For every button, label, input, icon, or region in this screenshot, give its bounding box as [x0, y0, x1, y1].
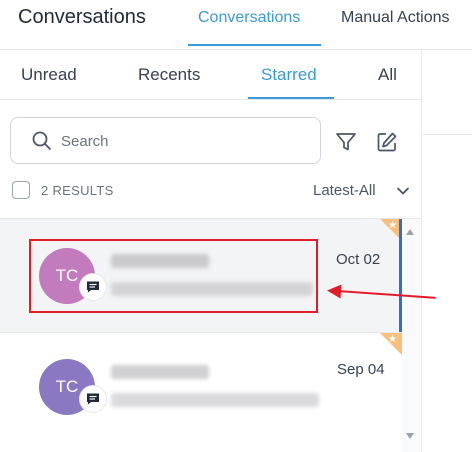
- conversation-date: Oct 02: [336, 251, 381, 268]
- active-subtab-indicator: [248, 97, 334, 99]
- results-count: 2 RESULTS: [41, 183, 114, 198]
- compose-icon: [377, 132, 397, 152]
- scroll-up-arrow-icon[interactable]: [406, 229, 414, 235]
- select-all-checkbox[interactable]: [12, 181, 30, 199]
- tab-conversations[interactable]: Conversations: [198, 9, 300, 27]
- star-icon: ★: [388, 220, 397, 231]
- message-preview-redacted: [111, 393, 319, 407]
- chat-channel-badge: [80, 386, 106, 412]
- top-bar: Conversations Conversations Manual Actio…: [0, 0, 472, 50]
- subtab-unread[interactable]: Unread: [21, 65, 77, 85]
- star-icon: ★: [388, 334, 397, 345]
- avatar-initials: TC: [55, 377, 79, 396]
- search-input[interactable]: [61, 130, 301, 152]
- filter-button[interactable]: [333, 129, 359, 155]
- search-box[interactable]: [10, 117, 321, 164]
- scroll-down-arrow-icon[interactable]: [406, 433, 414, 439]
- annotation-highlight-box: [29, 239, 318, 313]
- filter-icon: [336, 133, 356, 151]
- chat-icon: [87, 393, 99, 405]
- compose-button[interactable]: [374, 129, 400, 155]
- app-title: Conversations: [18, 6, 146, 28]
- sort-dropdown[interactable]: Latest-All: [313, 182, 376, 199]
- scroll-thumb[interactable]: [399, 219, 402, 332]
- subtab-starred[interactable]: Starred: [261, 65, 317, 85]
- conversation-item[interactable]: TC Sep 04 ★: [0, 333, 402, 452]
- tab-manual-actions[interactable]: Manual Actions: [341, 9, 450, 27]
- active-tab-indicator: [188, 44, 321, 46]
- subtab-all[interactable]: All: [378, 65, 397, 85]
- contact-name-redacted: [111, 365, 209, 379]
- right-pane: [423, 50, 472, 135]
- annotation-arrow-head: [326, 283, 342, 299]
- search-icon: [32, 131, 51, 150]
- scrollbar[interactable]: [402, 219, 421, 452]
- chevron-down-icon[interactable]: [396, 184, 410, 198]
- conversation-filter-tabs: Unread Recents Starred All: [0, 50, 422, 100]
- conversation-date: Sep 04: [337, 361, 385, 378]
- subtab-recents[interactable]: Recents: [138, 65, 200, 85]
- results-row: 2 RESULTS Latest-All: [0, 178, 422, 206]
